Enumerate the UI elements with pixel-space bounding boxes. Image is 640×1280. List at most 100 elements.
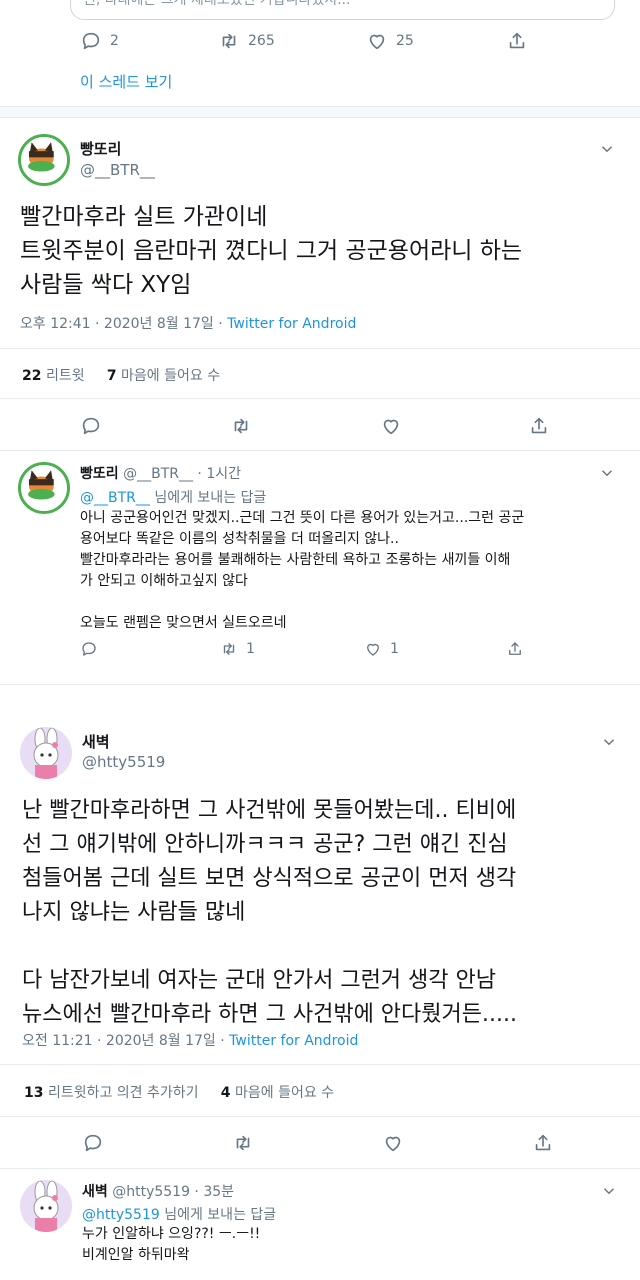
reply-header: 새벽 @htty5519 · 35분 <box>82 1181 234 1201</box>
share-button[interactable] <box>506 640 524 658</box>
author-name[interactable]: 새벽 <box>82 731 110 752</box>
tweet-meta: 오후 12:41 · 2020년 8월 17일 · Twitter for An… <box>20 313 356 333</box>
like-icon <box>385 1136 401 1152</box>
likes-number[interactable]: 4 <box>221 1085 231 1101</box>
divider <box>0 1116 640 1117</box>
retweet-count: 1 <box>246 641 255 657</box>
reply-icon <box>82 642 96 656</box>
retweets-label[interactable]: 리트윗 <box>46 368 85 384</box>
author-handle-time[interactable]: @__BTR__ · 1시간 <box>123 466 241 482</box>
tweet-timestamp[interactable]: 오전 11:21 · 2020년 8월 17일 · <box>22 1033 229 1049</box>
author-name[interactable]: 빵또리 <box>80 466 119 482</box>
tweet-stats: 22 리트윗 7 마음에 들어요 수 <box>22 365 220 385</box>
author-handle[interactable]: @__BTR__ <box>80 161 155 179</box>
author-name[interactable]: 빵또리 <box>80 138 121 159</box>
likes-label[interactable]: 마음에 들어요 수 <box>235 1085 334 1101</box>
divider <box>0 1168 640 1169</box>
cat-avatar-icon <box>28 142 55 172</box>
chevron-down-icon <box>603 739 615 746</box>
like-button[interactable]: 25 <box>366 30 414 52</box>
like-button[interactable] <box>380 415 402 437</box>
like-button[interactable] <box>382 1132 404 1154</box>
divider <box>0 348 640 349</box>
reply-icon <box>82 32 100 50</box>
retweet-button[interactable]: 265 <box>218 30 275 52</box>
retweets-number[interactable]: 13 <box>24 1085 43 1101</box>
author-handle[interactable]: @htty5519 <box>82 753 165 771</box>
author-name[interactable]: 새벽 <box>82 1184 108 1200</box>
replying-to-handle[interactable]: @__BTR__ <box>80 490 150 506</box>
divider <box>0 398 640 399</box>
tweet-source[interactable]: Twitter for Android <box>229 1033 358 1049</box>
share-button[interactable] <box>528 415 550 437</box>
reply-count: 2 <box>110 33 119 49</box>
like-icon <box>367 643 379 656</box>
replying-to: @__BTR__ 님에게 보내는 답글 <box>80 487 266 507</box>
share-icon <box>535 1134 551 1151</box>
like-icon <box>383 419 399 435</box>
share-icon <box>509 642 521 655</box>
retweet-icon <box>236 1135 250 1151</box>
retweet-button[interactable]: 1 <box>220 640 255 658</box>
share-button[interactable] <box>506 30 528 52</box>
replying-to-suffix: 님에게 보내는 답글 <box>159 1207 277 1223</box>
partial-text: 린, 다래에는 그게 제대로였던 거랍니다겠지... <box>83 0 351 8</box>
replying-to-suffix: 님에게 보내는 답글 <box>149 490 267 506</box>
bunny-avatar-icon <box>33 1180 59 1232</box>
section-separator <box>0 684 640 704</box>
likes-label[interactable]: 마음에 들어요 수 <box>121 368 220 384</box>
like-count: 1 <box>390 641 399 657</box>
replying-to: @htty5519 님에게 보내는 답글 <box>82 1204 276 1224</box>
chevron-down-icon <box>603 1188 615 1195</box>
tweet-timestamp[interactable]: 오후 12:41 · 2020년 8월 17일 · <box>20 316 227 332</box>
reply-icon <box>84 1134 102 1152</box>
like-icon <box>369 34 385 50</box>
cat-avatar-icon <box>28 470 55 500</box>
partial-quoted-box: 린, 다래에는 그게 제대로였던 거랍니다겠지... <box>70 0 615 20</box>
section-separator <box>0 106 640 118</box>
tweet-menu-button[interactable] <box>600 1182 618 1200</box>
like-count: 25 <box>396 33 414 49</box>
reply-header: 빵또리 @__BTR__ · 1시간 <box>80 463 241 483</box>
share-button[interactable] <box>532 1132 554 1154</box>
chevron-down-icon <box>601 470 613 477</box>
tweet-text: 빨간마후라 실트 가관이네 트윗주분이 음란마귀 꼈다니 그거 공군용어라니 하… <box>20 204 523 298</box>
tweet-menu-button[interactable] <box>598 140 616 158</box>
avatar[interactable] <box>20 727 72 779</box>
tweet-source[interactable]: Twitter for Android <box>227 316 356 332</box>
retweet-icon <box>222 33 236 49</box>
tweet-menu-button[interactable] <box>600 733 618 751</box>
share-icon <box>531 417 547 434</box>
chevron-down-icon <box>601 146 613 153</box>
tweet-text: 난 빨간마후라하면 그 사건밖에 못들어봤는데.. 티비에 선 그 얘기밖에 안… <box>22 798 517 1027</box>
reply-text: 누가 인알하냐 으잉??! ㅡ.ㅡ!! 비계인알 하뒤마왁 <box>82 1226 261 1263</box>
reply-button[interactable] <box>80 415 102 437</box>
like-button[interactable]: 1 <box>364 640 399 658</box>
reply-button[interactable] <box>82 1132 104 1154</box>
tweet-menu-button[interactable] <box>598 464 616 482</box>
reply-text: 아니 공군용어인건 맞겠지..근데 그건 뜻이 다른 용어가 있는거고...그런… <box>80 510 525 631</box>
retweets-number[interactable]: 22 <box>22 368 41 384</box>
reply-icon <box>82 417 100 435</box>
divider <box>0 450 640 451</box>
share-icon <box>509 32 525 49</box>
retweet-icon <box>234 418 248 434</box>
bunny-avatar-icon <box>33 727 59 779</box>
show-thread-link[interactable]: 이 스레드 보기 <box>80 71 172 92</box>
avatar[interactable] <box>20 1180 72 1232</box>
tweet-meta: 오전 11:21 · 2020년 8월 17일 · Twitter for An… <box>22 1030 358 1050</box>
replying-to-handle[interactable]: @htty5519 <box>82 1207 160 1223</box>
retweet-count: 265 <box>248 33 275 49</box>
retweets-label[interactable]: 리트윗하고 의견 추가하기 <box>48 1085 199 1101</box>
avatar[interactable] <box>18 134 70 186</box>
divider <box>0 1064 640 1065</box>
avatar[interactable] <box>18 462 70 514</box>
reply-button[interactable]: 2 <box>80 30 119 52</box>
retweet-button[interactable] <box>230 415 252 437</box>
likes-number[interactable]: 7 <box>107 368 117 384</box>
reply-button[interactable] <box>80 640 98 658</box>
tweet-stats: 13 리트윗하고 의견 추가하기 4 마음에 들어요 수 <box>24 1082 334 1102</box>
retweet-button[interactable] <box>232 1132 254 1154</box>
author-handle-time[interactable]: @htty5519 · 35분 <box>112 1184 234 1200</box>
retweet-icon <box>223 643 235 655</box>
